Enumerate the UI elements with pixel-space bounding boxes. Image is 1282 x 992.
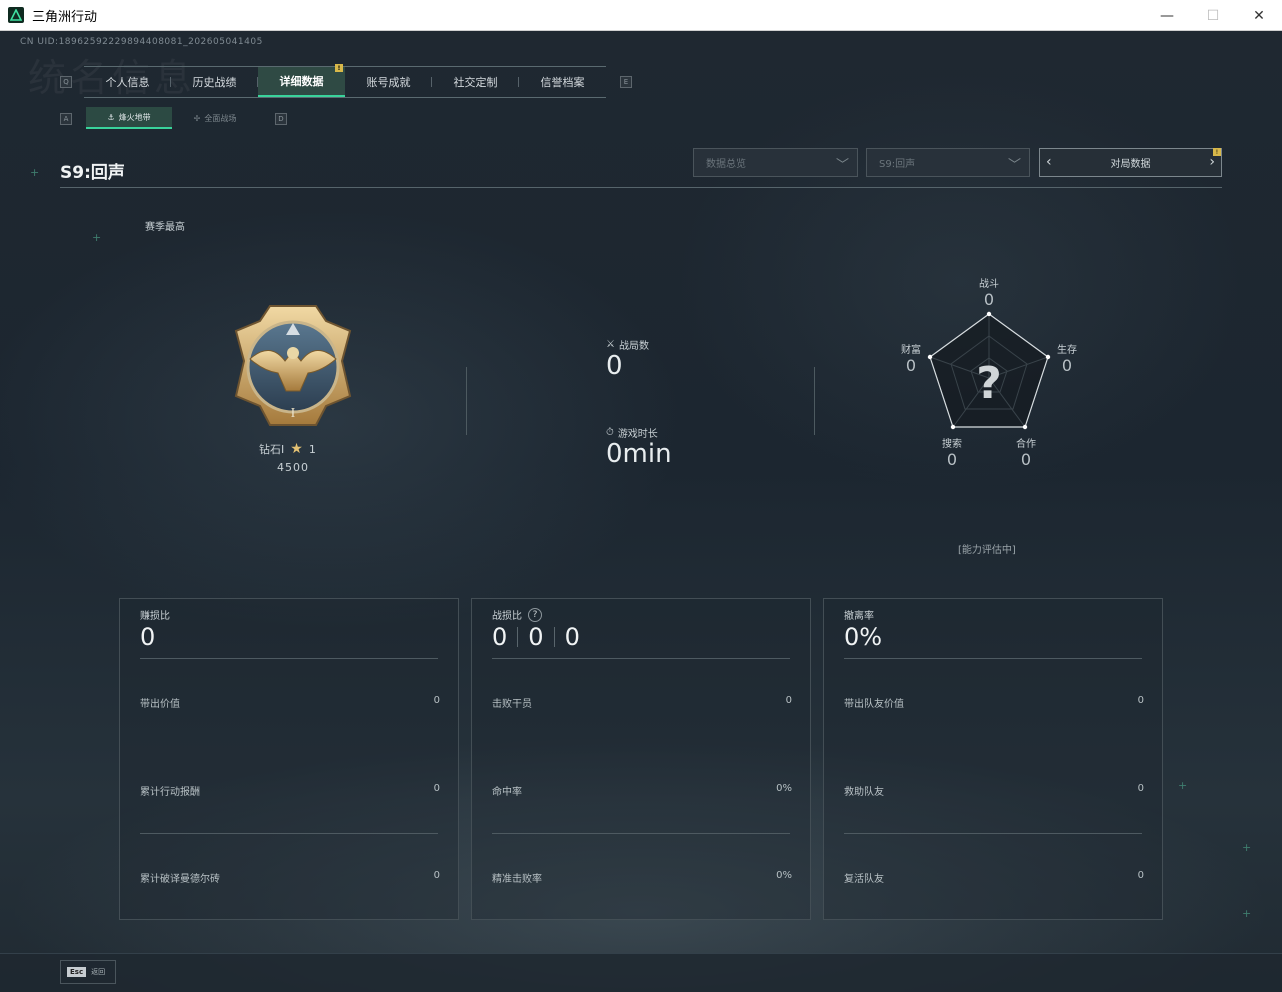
rank-name: 钻石I ★ 1 — [259, 441, 316, 457]
stopwatch-icon: ⏱ — [606, 427, 614, 438]
star-icon: ★ — [290, 441, 303, 457]
esc-key: Esc — [67, 967, 87, 977]
plus-decoration-icon: + — [1242, 907, 1252, 920]
panel-divider — [140, 833, 438, 834]
playtime-label: ⏱ 游戏时长 — [606, 427, 658, 440]
tab-prev-key[interactable]: Q — [60, 76, 72, 88]
plus-decoration-icon: + — [30, 166, 40, 179]
matches-label: ⚔ 战局数 — [606, 339, 649, 352]
panel-title: 撤离率 — [844, 611, 874, 622]
section-divider — [814, 367, 815, 435]
stat-row: 累计破译曼德尔砖 0 — [140, 870, 440, 885]
notification-badge: ! — [1213, 148, 1221, 156]
stat-row: 复活队友 0 — [844, 870, 1144, 885]
plus-decoration-icon: + — [1242, 841, 1252, 854]
crosshair-icon: ✢ — [193, 113, 201, 123]
chevron-down-icon: ﹀ — [835, 158, 849, 173]
mode-tabs: ⚓ 烽火地带 ✢ 全面战场 — [86, 107, 258, 129]
chevron-left-icon[interactable]: ‹ — [1046, 154, 1052, 170]
radar-cooperation-value: 0 — [1020, 450, 1032, 469]
stat-row: 击败干员 0 — [492, 695, 792, 710]
plus-decoration-icon: + — [92, 231, 102, 244]
close-button[interactable]: ✕ — [1236, 0, 1282, 31]
notification-badge: ! — [335, 64, 343, 72]
operations-icon: ⚓ — [107, 112, 115, 122]
panel-big-value: 0 — [140, 623, 156, 651]
season-best-label: 赛季最高 — [145, 222, 185, 233]
panel-divider — [844, 833, 1142, 834]
radar-cooperation-label: 合作 — [1016, 439, 1036, 450]
data-overview-dropdown[interactable]: 数据总览 ﹀ — [693, 148, 858, 177]
rank-stars: 1 — [308, 442, 316, 456]
radar-combat-value: 0 — [983, 290, 995, 309]
panel-divider — [140, 658, 438, 659]
panel-divider — [492, 658, 790, 659]
section-divider — [466, 367, 467, 435]
radar-unknown-mark: ? — [976, 358, 1002, 409]
tab-credit-file[interactable]: 信誉档案 — [519, 67, 606, 97]
crossed-swords-icon: ⚔ — [606, 339, 615, 350]
rank-emblem-icon: I — [234, 305, 352, 426]
subtab-next-key[interactable]: D — [275, 113, 287, 125]
panel-title: 战损比? — [492, 607, 542, 622]
header-divider — [60, 187, 1222, 188]
stat-row: 累计行动报酬 0 — [140, 783, 440, 798]
app-logo-icon — [8, 7, 24, 23]
extraction-panel: 撤离率 0% 带出队友价值 0 救助队友 0 复活队友 0 — [823, 598, 1163, 920]
radar-search-value: 0 — [946, 450, 958, 469]
ability-eval-status: [能力评估中] — [958, 545, 1016, 556]
rank-score: 4500 — [277, 461, 309, 474]
main-tabs: 个人信息 历史战绩 详细数据! 账号成就 社交定制 信誉档案 — [84, 64, 606, 98]
match-data-selector[interactable]: ‹ 对局数据 › ! — [1039, 148, 1222, 177]
player-uid: CN UID:18962592229894408081_202605041405 — [20, 37, 263, 47]
window-titlebar: 三角洲行动 — ☐ ✕ — [0, 0, 1282, 31]
tab-social[interactable]: 社交定制 — [432, 67, 519, 97]
stat-row: 精准击败率 0% — [492, 870, 792, 885]
window-title: 三角洲行动 — [32, 9, 98, 25]
tab-warfare-mode[interactable]: ✢ 全面战场 — [172, 107, 258, 129]
tab-detailed-data[interactable]: 详细数据! — [258, 64, 345, 97]
help-icon[interactable]: ? — [528, 607, 542, 622]
chevron-down-icon: ﹀ — [1007, 158, 1021, 173]
footer-bar — [0, 953, 1282, 992]
chevron-right-icon[interactable]: › — [1209, 154, 1215, 170]
stat-row: 带出价值 0 — [140, 695, 440, 710]
subtab-prev-key[interactable]: A — [60, 113, 72, 125]
radar-combat-label: 战斗 — [979, 279, 999, 290]
svg-text:I: I — [291, 406, 296, 421]
game-view: 统名信息 CN UID:18962592229894408081_2026050… — [0, 31, 1282, 992]
panel-big-value: 0 0 0 — [492, 623, 580, 651]
panel-title: 赚损比 — [140, 611, 170, 622]
kd-panel: 战损比? 0 0 0 击败干员 0 命中率 0% 精准击败率 0% — [471, 598, 811, 920]
stat-row: 救助队友 0 — [844, 783, 1144, 798]
profit-loss-panel: 赚损比 0 带出价值 0 累计行动报酬 0 累计破译曼德尔砖 0 — [119, 598, 459, 920]
back-button[interactable]: Esc 返回 — [60, 960, 116, 984]
matches-value: 0 — [606, 351, 623, 381]
radar-survival-label: 生存 — [1057, 345, 1077, 356]
radar-search-label: 搜索 — [942, 439, 962, 450]
tab-operations-mode[interactable]: ⚓ 烽火地带 — [86, 107, 172, 129]
season-title: S9:回声 — [60, 163, 125, 183]
stat-row: 带出队友价值 0 — [844, 695, 1144, 710]
stat-row: 命中率 0% — [492, 783, 792, 798]
radar-wealth-value: 0 — [905, 356, 917, 375]
back-label: 返回 — [91, 968, 106, 976]
maximize-button[interactable]: ☐ — [1190, 0, 1236, 31]
tab-achievements[interactable]: 账号成就 — [345, 67, 432, 97]
minimize-button[interactable]: — — [1144, 0, 1190, 31]
ability-radar-chart: ? — [927, 311, 1051, 430]
panel-divider — [844, 658, 1142, 659]
tab-history[interactable]: 历史战绩 — [171, 67, 258, 97]
season-dropdown[interactable]: S9:回声 ﹀ — [866, 148, 1030, 177]
panel-divider — [492, 833, 790, 834]
tab-personal-info[interactable]: 个人信息 — [84, 67, 171, 97]
radar-wealth-label: 财富 — [901, 345, 921, 356]
playtime-value: 0min — [606, 439, 672, 469]
tab-next-key[interactable]: E — [620, 76, 632, 88]
radar-survival-value: 0 — [1061, 356, 1073, 375]
plus-decoration-icon: + — [1178, 779, 1188, 792]
panel-big-value: 0% — [844, 623, 883, 651]
match-data-label: 对局数据 — [1110, 159, 1151, 170]
